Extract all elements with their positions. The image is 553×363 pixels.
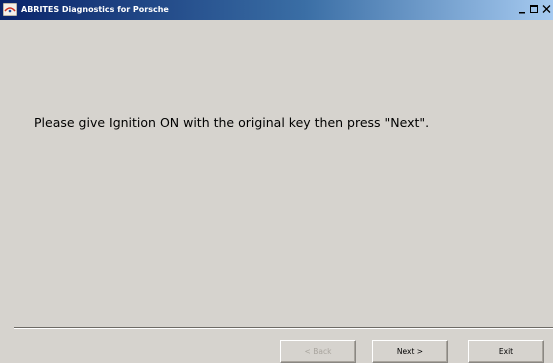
wizard-content — [0, 20, 553, 327]
app-window: ABRITES Diagnostics for Porsche Please g… — [0, 0, 553, 363]
title-bar[interactable]: ABRITES Diagnostics for Porsche — [0, 0, 553, 20]
back-button[interactable]: < Back — [280, 340, 356, 363]
maximize-button[interactable] — [529, 2, 540, 16]
minimize-button[interactable] — [517, 2, 528, 16]
window-controls — [517, 2, 552, 17]
footer-divider — [14, 327, 553, 329]
close-icon — [542, 5, 551, 13]
instruction-message: Please give Ignition ON with the origina… — [34, 115, 430, 130]
next-button[interactable]: Next > — [372, 340, 448, 363]
app-logo-icon — [3, 3, 17, 16]
minimize-icon — [519, 12, 525, 14]
exit-button[interactable]: Exit — [468, 340, 544, 363]
window-title: ABRITES Diagnostics for Porsche — [21, 5, 169, 14]
maximize-icon — [530, 5, 538, 13]
close-button[interactable] — [541, 2, 552, 16]
